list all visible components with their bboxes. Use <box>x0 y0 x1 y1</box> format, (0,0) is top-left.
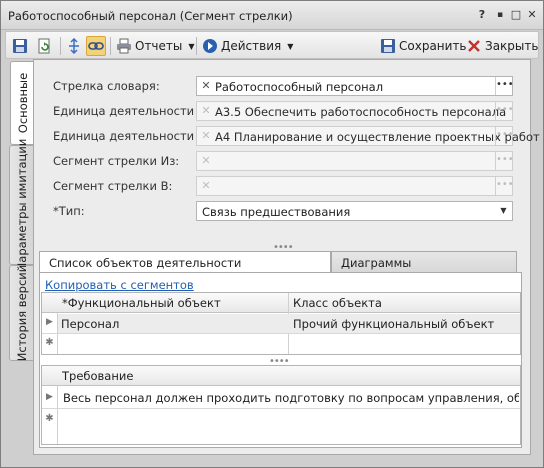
field-value: Работоспособный персонал <box>215 80 384 94</box>
indicator-divider <box>57 386 58 444</box>
side-tabs: Основные Параметры имитации История верс… <box>9 61 34 461</box>
tab-diagrams[interactable]: Диаграммы <box>331 251 517 273</box>
toolbar: Отчеты ▼ Действия ▼ Сохранить Закрыть <box>5 31 539 59</box>
type-select[interactable]: Связь предшествования ▼ <box>196 201 513 221</box>
move-button[interactable] <box>66 36 82 56</box>
close-icon <box>466 38 482 54</box>
reports-dropdown[interactable]: Отчеты ▼ <box>116 36 195 56</box>
field-label: Сегмент стрелки Из: <box>53 154 180 168</box>
row-divider <box>42 333 520 334</box>
requirement-cell[interactable]: Весь персонал должен проходить подготовк… <box>63 391 519 405</box>
type-value: Связь предшествования <box>202 205 351 219</box>
column-header-requirement[interactable]: Требование <box>62 369 133 383</box>
chevron-down-icon: ▼ <box>188 41 195 51</box>
field-label: Единица деятельности Из: <box>53 104 217 118</box>
activity-from-field: ✕ А3.5 Обеспечить работоспособность перс… <box>196 101 514 121</box>
segment-to-field: ✕ ••• <box>196 176 514 196</box>
new-row-icon: ✱ <box>45 413 54 424</box>
tab-simulation-params[interactable]: Параметры имитации <box>9 139 33 271</box>
clear-icon: ✕ <box>201 154 211 167</box>
tab-main[interactable]: Основные <box>10 61 34 145</box>
dictionary-arrow-field[interactable]: ✕ Работоспособный персонал ••• <box>196 76 514 96</box>
requirements-grid: Требование ▶ Весь персонал должен проход… <box>41 365 521 445</box>
dialog-window: Работоспособный персонал (Сегмент стрелк… <box>0 0 544 468</box>
help-button[interactable]: ? <box>475 8 489 22</box>
chevron-down-icon[interactable]: ▼ <box>495 202 512 220</box>
printer-icon <box>116 38 132 54</box>
object-cell[interactable]: Персонал <box>61 317 119 331</box>
column-header-class[interactable]: Класс объекта <box>293 296 382 310</box>
toolbar-separator <box>110 37 111 55</box>
tab-activity-objects[interactable]: Список объектов деятельности <box>39 251 331 274</box>
maximize-button[interactable]: □ <box>509 8 523 22</box>
field-value: А3.5 Обеспечить работоспособность персон… <box>215 105 507 119</box>
chevron-down-icon: ▼ <box>287 41 294 51</box>
move-vertical-icon <box>66 37 82 55</box>
clear-icon: ✕ <box>201 104 211 117</box>
toolbar-separator <box>60 37 61 55</box>
grid-header: Требование <box>42 366 520 386</box>
floppy-icon <box>12 38 28 54</box>
floppy-icon <box>380 38 396 54</box>
row-divider <box>42 408 520 409</box>
new-row-icon: ✱ <box>45 337 54 348</box>
field-label: Сегмент стрелки В: <box>53 179 173 193</box>
clear-icon: ✕ <box>201 179 211 192</box>
main-panel: Стрелка словаря: ✕ Работоспособный персо… <box>33 59 540 455</box>
objects-grid: *Функциональный объект Класс объекта ▶ П… <box>41 292 521 355</box>
class-cell[interactable]: Прочий функциональный объект <box>293 317 494 331</box>
clear-icon[interactable]: ✕ <box>200 80 212 92</box>
tab-version-history[interactable]: История версий <box>9 265 33 361</box>
chain-link-icon <box>88 38 104 54</box>
actions-icon <box>202 38 218 54</box>
refresh-doc-icon <box>36 38 52 54</box>
browse-button: ••• <box>495 152 514 170</box>
link-toggle-button[interactable] <box>86 36 106 56</box>
minimize-button[interactable]: ▪ <box>493 8 507 22</box>
field-value: А4 Планирование и осуществление проектны… <box>215 130 540 144</box>
row-pointer-icon: ▶ <box>46 392 53 402</box>
browse-button[interactable]: ••• <box>495 77 514 95</box>
detail-tabs: Список объектов деятельности Диаграммы <box>39 251 522 274</box>
field-label: Стрелка словаря: <box>53 79 160 93</box>
actions-dropdown[interactable]: Действия ▼ <box>202 36 293 56</box>
close-window-button[interactable]: ✕ <box>525 8 539 22</box>
copy-from-segments-link[interactable]: Копировать с сегментов <box>45 278 194 292</box>
browse-button: ••• <box>495 177 514 195</box>
segment-from-field: ✕ ••• <box>196 151 514 171</box>
browse-button: ••• <box>495 127 514 145</box>
close-button[interactable]: Закрыть <box>466 36 538 56</box>
reports-label: Отчеты <box>135 39 183 53</box>
actions-label: Действия <box>221 39 282 53</box>
activity-objects-panel: Копировать с сегментов *Функциональный о… <box>39 272 522 448</box>
column-header-object[interactable]: *Функциональный объект <box>62 296 221 310</box>
grid-header: *Функциональный объект Класс объекта <box>42 293 520 313</box>
save-icon-button[interactable] <box>12 36 28 56</box>
toolbar-separator <box>196 37 197 55</box>
window-title: Работоспособный персонал (Сегмент стрелк… <box>8 9 293 23</box>
save-button[interactable]: Сохранить <box>380 36 467 56</box>
save-label: Сохранить <box>399 39 467 53</box>
close-label: Закрыть <box>485 39 539 53</box>
browse-button: ••• <box>495 102 514 120</box>
row-pointer-icon: ▶ <box>46 317 53 327</box>
refresh-button[interactable] <box>36 36 52 56</box>
activity-to-field: ✕ А4 Планирование и осуществление проект… <box>196 126 540 146</box>
field-label: Единица деятельности В: <box>53 129 210 143</box>
clear-icon: ✕ <box>201 129 211 142</box>
type-label: *Тип: <box>53 204 85 218</box>
title-bar: Работоспособный персонал (Сегмент стрелк… <box>1 1 543 30</box>
